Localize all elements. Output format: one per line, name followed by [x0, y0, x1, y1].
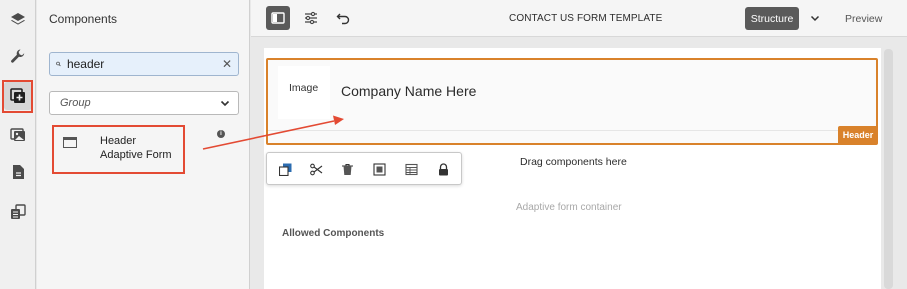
- info-icon[interactable]: i: [217, 130, 225, 138]
- component-item-header[interactable]: Header Adaptive Form: [52, 125, 185, 174]
- allowed-components-label: Allowed Components: [282, 228, 385, 239]
- component-edit-toolbar: [266, 152, 462, 185]
- document-title: CONTACT US FORM TEMPLATE: [509, 13, 663, 24]
- component-badge: Header: [838, 126, 878, 143]
- trash-icon: [341, 163, 353, 175]
- rail-highlight-box: [2, 80, 33, 113]
- component-icon: [63, 137, 77, 148]
- side-panel-icon: [271, 12, 285, 24]
- properties-button[interactable]: [299, 6, 323, 30]
- left-rail: [0, 0, 36, 289]
- drag-components-here: Drag components here: [520, 156, 627, 168]
- parent-frame-icon: [372, 162, 386, 176]
- group-placeholder: Group: [60, 97, 91, 109]
- mode-structure-button[interactable]: Structure: [745, 7, 799, 30]
- insert-button[interactable]: [277, 161, 293, 177]
- divider: [268, 130, 876, 131]
- lock-icon: [438, 162, 448, 175]
- image-label: Image: [289, 82, 319, 94]
- container-label: Adaptive form container: [516, 202, 622, 213]
- wrench-icon[interactable]: [4, 42, 32, 70]
- sliders-icon: [305, 11, 317, 25]
- header-image-placeholder[interactable]: Image: [278, 66, 330, 119]
- components-panel: Components ✕ Group Header Adaptive Form …: [37, 0, 250, 289]
- search-icon: [56, 61, 61, 67]
- toggle-side-panel-button[interactable]: [266, 6, 290, 30]
- clear-search-icon[interactable]: ✕: [222, 57, 232, 71]
- panel-title: Components: [49, 12, 118, 26]
- company-name-text[interactable]: Company Name Here: [341, 83, 476, 99]
- undo-icon: [336, 13, 350, 25]
- layers-icon[interactable]: [4, 6, 32, 34]
- group-button[interactable]: [403, 161, 419, 177]
- cut-button[interactable]: [308, 161, 324, 177]
- component-search[interactable]: ✕: [49, 52, 239, 76]
- component-group: Adaptive Form: [100, 149, 172, 161]
- assets-icon[interactable]: [4, 120, 32, 148]
- scissors-icon: [309, 163, 322, 175]
- chevron-down-icon[interactable]: [809, 12, 821, 24]
- delete-button[interactable]: [339, 161, 355, 177]
- component-name: Header: [100, 135, 137, 147]
- group-select[interactable]: Group: [49, 91, 239, 115]
- undo-button[interactable]: [331, 6, 355, 30]
- search-input[interactable]: [66, 57, 222, 71]
- preview-button[interactable]: Preview: [845, 13, 882, 25]
- header-component[interactable]: Image Company Name Here: [266, 58, 878, 145]
- insert-component-icon: [278, 163, 291, 176]
- form-structure-icon[interactable]: [4, 198, 32, 226]
- select-parent-button[interactable]: [371, 161, 387, 177]
- table-icon: [404, 163, 418, 175]
- editor-toolbar: CONTACT US FORM TEMPLATE Structure Previ…: [251, 0, 907, 37]
- lock-button[interactable]: [435, 161, 451, 177]
- chevron-down-icon: [220, 100, 230, 107]
- canvas-scrollbar[interactable]: [884, 49, 893, 289]
- document-icon[interactable]: [4, 158, 32, 186]
